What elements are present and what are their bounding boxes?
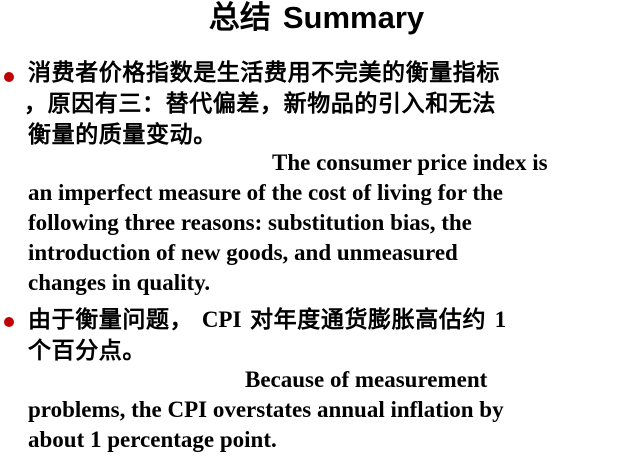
point-2-zh-number: 1 (494, 307, 507, 332)
point-2-zh-text-c: 对年度通货膨胀高估约 (250, 307, 487, 333)
point-1-en-line-1: The consumer price index is (272, 150, 548, 175)
point-2-zh-cpi: CPI (201, 307, 242, 332)
point-2-zh-line-1: 由于衡量问题， CPI 对年度通货膨胀高估约 1 (28, 304, 628, 336)
point-1-zh-line-3: 衡量的质量变动。 (28, 122, 217, 148)
point-1-chinese-text: 消费者价格指数是生活费用不完美的衡量指标 ，原因有三：替代偏差，新物品的引入和无… (24, 58, 628, 151)
slide-title: 总结 Summary (0, 0, 633, 36)
point-1-en-line-4: introduction of new goods, and unmeasure… (28, 240, 458, 265)
slide-title-en: Summary (282, 0, 425, 35)
point-2-en-line-1: Because of measurement (245, 367, 488, 392)
point-1-zh-line-2: ，原因有三：替代偏差，新物品的引入和无法 (24, 91, 496, 117)
point-1-zh-line-1: 消费者价格指数是生活费用不完美的衡量指标 (28, 60, 500, 86)
point-2-english-text: Because of measurement problems, the CPI… (28, 365, 628, 455)
point-2-en-line-2: problems, the CPI overstates annual infl… (28, 397, 504, 422)
point-2-en-line-3: about 1 percentage point. (28, 427, 277, 452)
bullet-icon (4, 317, 14, 327)
point-2-zh-line-2: 个百分点。 (28, 338, 146, 364)
point-2-chinese-text: 由于衡量问题， CPI 对年度通货膨胀高估约 1 个百分点。 (28, 304, 628, 367)
point-2-zh-text-a: 由于衡量问题， (28, 307, 194, 333)
bullet-icon (4, 72, 14, 82)
slide-title-zh: 总结 (208, 0, 271, 35)
point-1-en-line-2: an imperfect measure of the cost of livi… (28, 180, 504, 205)
point-1-en-line-3: following three reasons: substitution bi… (28, 210, 472, 235)
point-1-en-line-5: changes in quality. (28, 270, 211, 295)
point-1-english-text: The consumer price index is an imperfect… (28, 148, 628, 298)
